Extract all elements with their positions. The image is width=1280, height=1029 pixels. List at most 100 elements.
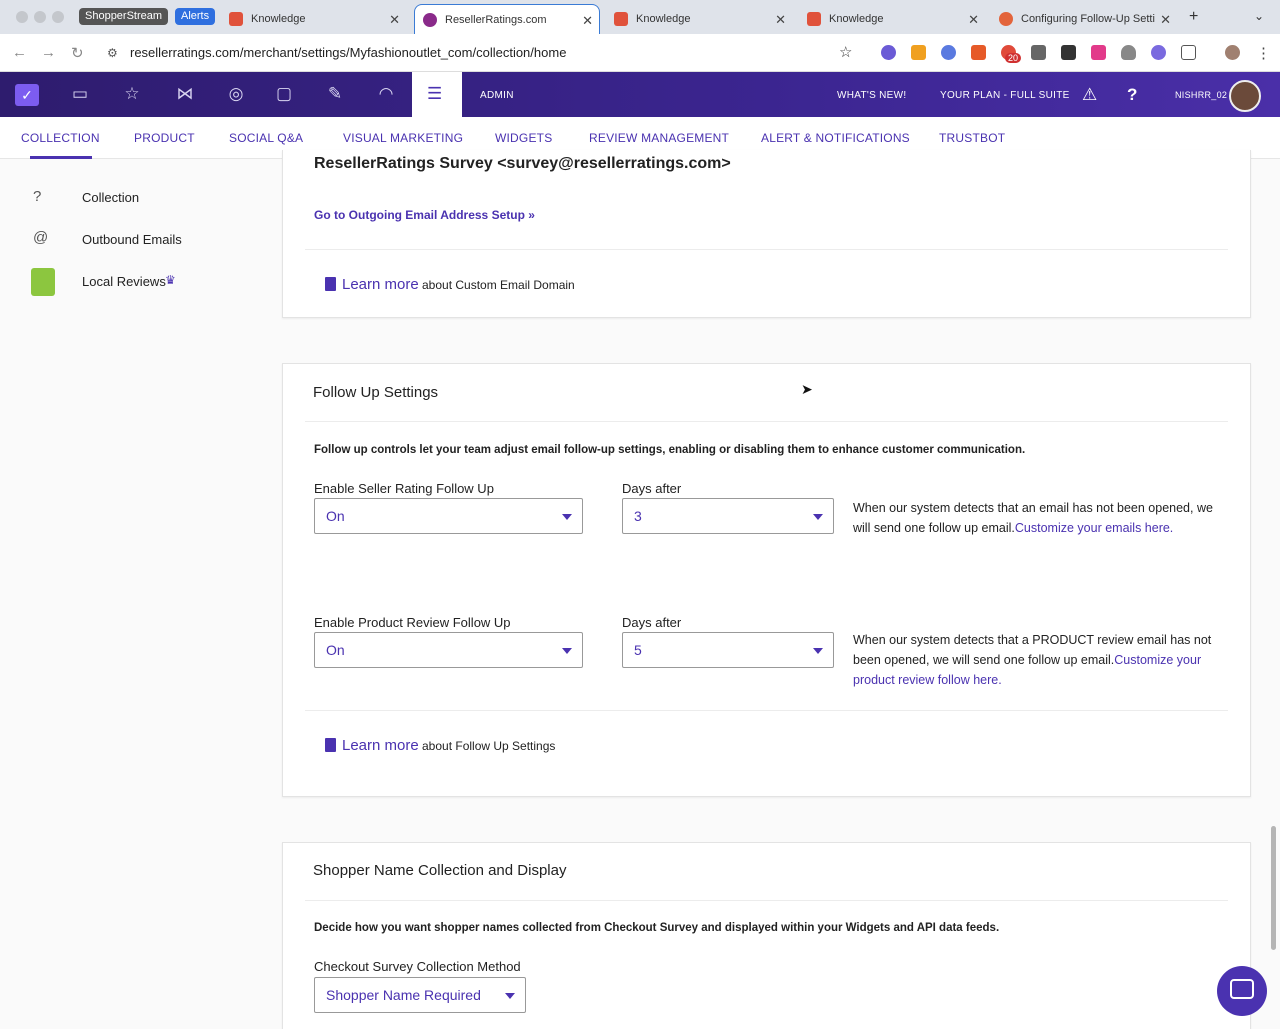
maximize-window-button[interactable] [52,11,64,23]
caret-down-icon [562,514,572,520]
tab-configuring-follow-up[interactable]: Configuring Follow-Up Setti ✕ [991,4,1177,34]
customize-emails-link[interactable]: Customize your emails here. [1015,521,1173,535]
tab-group-alerts[interactable]: Alerts [175,8,216,25]
user-avatar[interactable] [1229,80,1261,112]
subnav-collection[interactable]: COLLECTION [21,131,100,145]
shield-extension-icon[interactable] [1121,45,1136,60]
sidebar-item-local-reviews[interactable]: Local Reviews [82,274,166,289]
outgoing-email-setup-link[interactable]: Go to Outgoing Email Address Setup » [314,208,535,222]
crown-icon: ♛ [165,273,176,287]
divider [305,249,1228,250]
subnav-alert-notifications[interactable]: ALERT & NOTIFICATIONS [761,131,910,145]
subnav-trustbot[interactable]: TRUSTBOT [939,131,1005,145]
badge-icon[interactable]: ◎ [226,84,246,104]
shopper-name-title: Shopper Name Collection and Display [313,862,567,879]
tab-list-chevron-icon[interactable]: ⌄ [1254,9,1264,23]
close-tab-icon[interactable]: ✕ [968,12,979,28]
extension-1-icon[interactable] [881,45,896,60]
tab-knowledge-2[interactable]: Knowledge ✕ [606,4,792,34]
network-icon[interactable]: ⋈ [175,84,195,104]
subnav-widgets[interactable]: WIDGETS [495,131,552,145]
extension-6-icon[interactable] [1031,45,1046,60]
subnav-visual-marketing[interactable]: VISUAL MARKETING [343,131,463,145]
forward-icon[interactable]: → [41,44,56,61]
extension-4-icon[interactable] [971,45,986,60]
chat-widget-button[interactable] [1217,966,1267,1016]
page-scrollbar[interactable] [1271,826,1276,950]
shopper-name-description: Decide how you want shopper names collec… [314,922,1000,934]
edit-review-icon[interactable]: ✎ [325,84,345,104]
follow-up-description: Follow up controls let your team adjust … [314,444,1026,456]
product-follow-up-select[interactable]: On [314,632,583,668]
email-domain-card [282,150,1251,318]
seller-days-select[interactable]: 3 [622,498,834,534]
learn-more-follow-up-link[interactable]: Learn more [342,737,419,754]
star-icon[interactable]: ☆ [122,84,142,104]
seller-follow-up-label: Enable Seller Rating Follow Up [314,481,494,496]
extension-8-icon[interactable] [1091,45,1106,60]
close-window-button[interactable] [16,11,28,23]
active-tab-indicator [30,156,92,159]
close-tab-icon[interactable]: ✕ [775,12,786,28]
caret-down-icon [562,648,572,654]
divider [305,710,1228,711]
help-icon[interactable]: ? [1127,85,1137,105]
profile-avatar-icon[interactable] [1225,45,1240,60]
close-tab-icon[interactable]: ✕ [582,13,593,29]
learn-more-email-domain-link[interactable]: Learn more [342,276,419,293]
admin-settings-tab[interactable]: ☰ [412,72,462,117]
site-settings-icon[interactable]: ⚙ [107,46,118,60]
hubspot-icon [614,12,628,26]
resellerratings-icon [423,12,437,27]
store-icon[interactable]: ▭ [70,84,90,104]
hubspot-icon [807,12,821,26]
username-label[interactable]: NISHRR_02 [1175,90,1227,100]
product-days-select[interactable]: 5 [622,632,834,668]
warning-icon[interactable]: ⚠ [1082,85,1097,105]
chat-icon [1230,979,1254,999]
learn-more-suffix: about Custom Email Domain [422,278,575,292]
whats-new-link[interactable]: WHAT'S NEW! [837,90,906,101]
minimize-window-button[interactable] [34,11,46,23]
tab-group-shopperstream[interactable]: ShopperStream [79,8,169,25]
close-tab-icon[interactable]: ✕ [389,12,400,28]
dashboard-gauge-icon[interactable]: ◠ [376,84,396,104]
seller-follow-up-select[interactable]: On [314,498,583,534]
divider [305,900,1228,901]
extension-7-icon[interactable] [1061,45,1076,60]
seller-help-text: When our system detects that an email ha… [853,501,1213,535]
url-field[interactable]: resellerratings.com/merchant/settings/My… [130,45,566,60]
app-logo-icon[interactable]: ✓ [15,84,39,106]
new-tab-icon[interactable]: + [1189,8,1198,26]
collection-method-select[interactable]: Shopper Name Required [314,977,526,1013]
close-tab-icon[interactable]: ✕ [1160,12,1171,28]
sidebar-item-collection[interactable]: Collection [82,190,139,205]
tab-knowledge-3[interactable]: Knowledge ✕ [799,4,985,34]
sliders-icon: ☰ [427,84,443,103]
back-icon[interactable]: ← [12,44,27,61]
learn-more-suffix: about Follow Up Settings [422,739,556,753]
caret-down-icon [505,993,515,999]
shopping-bag-icon [31,268,55,296]
clipboard-icon [325,277,336,291]
subnav-review-management[interactable]: REVIEW MANAGEMENT [589,131,729,145]
collection-method-label: Checkout Survey Collection Method [314,959,521,974]
bookmark-star-icon[interactable]: ☆ [839,43,852,61]
browser-menu-icon[interactable]: ⋮ [1256,44,1271,62]
extension-3-icon[interactable] [941,45,956,60]
subnav-social-qa[interactable]: SOCIAL Q&A [229,131,303,145]
question-circle-icon: ? [33,188,42,205]
mouse-cursor-icon: ➤ [801,381,813,397]
sidebar-item-outbound-emails[interactable]: Outbound Emails [82,232,182,247]
amazon-extension-icon[interactable] [911,45,926,60]
at-icon: @ [33,229,49,246]
tab-knowledge-1[interactable]: Knowledge ✕ [221,4,406,34]
admin-label: ADMIN [480,90,514,101]
tab-resellerratings[interactable]: ResellerRatings.com ✕ [414,4,600,34]
subnav-product[interactable]: PRODUCT [134,131,195,145]
plan-link[interactable]: YOUR PLAN - FULL SUITE [940,90,1070,101]
reload-icon[interactable]: ↻ [71,44,84,62]
extension-10-icon[interactable] [1151,45,1166,60]
extensions-puzzle-icon[interactable] [1181,45,1196,60]
chat-bubble-icon[interactable]: ▢ [274,84,294,104]
